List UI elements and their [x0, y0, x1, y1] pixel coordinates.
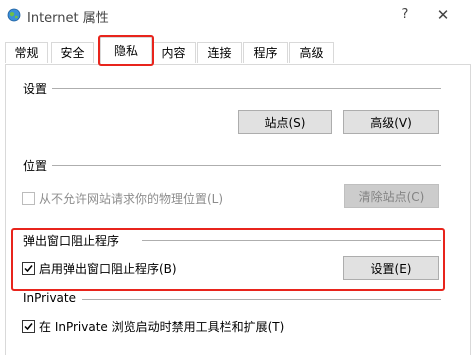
internet-globe-icon: [7, 8, 21, 22]
location-checkbox[interactable]: [22, 192, 35, 205]
tab-advanced[interactable]: 高级: [289, 42, 334, 63]
popup-blocker-divider: [142, 240, 441, 241]
privacy-tab-panel: [5, 64, 471, 355]
settings-divider: [52, 88, 441, 89]
popup-blocker-section-title: 弹出窗口阻止程序: [23, 234, 120, 248]
popup-settings-button[interactable]: 设置(E): [343, 256, 439, 280]
title-bar: Internet 属性 ? ✕: [0, 0, 471, 30]
tab-security[interactable]: 安全: [51, 42, 94, 63]
location-checkbox-label: 从不允许网站请求你的物理位置(L): [39, 192, 224, 206]
popup-blocker-checkbox[interactable]: [22, 262, 35, 275]
tab-connections[interactable]: 连接: [197, 42, 242, 63]
tab-content[interactable]: 内容: [151, 42, 196, 63]
inprivate-divider: [82, 299, 441, 300]
location-divider: [52, 165, 441, 166]
close-button[interactable]: ✕: [434, 6, 452, 24]
inprivate-checkbox[interactable]: [22, 320, 35, 333]
inprivate-checkbox-label: 在 InPrivate 浏览启动时禁用工具栏和扩展(T): [39, 320, 285, 334]
settings-section-title: 设置: [23, 82, 48, 96]
help-button[interactable]: ?: [396, 6, 414, 24]
window-title: Internet 属性: [27, 11, 109, 26]
popup-blocker-checkbox-label: 启用弹出窗口阻止程序(B): [39, 262, 177, 276]
inprivate-section-title: InPrivate: [23, 291, 76, 305]
tab-programs[interactable]: 程序: [243, 42, 288, 63]
checkmark-icon: [24, 323, 33, 331]
checkmark-icon: [24, 265, 33, 273]
advanced-button[interactable]: 高级(V): [343, 110, 439, 134]
sites-button[interactable]: 站点(S): [238, 110, 332, 134]
clear-sites-button[interactable]: 清除站点(C): [344, 184, 439, 208]
tab-privacy[interactable]: 隐私: [100, 37, 152, 64]
location-section-title: 位置: [23, 159, 48, 173]
tab-general[interactable]: 常规: [5, 42, 48, 63]
